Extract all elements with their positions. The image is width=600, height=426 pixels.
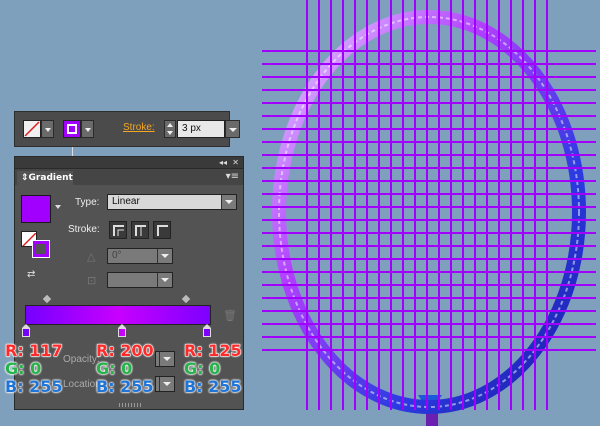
none-slash-icon (24, 121, 40, 137)
gradient-slider[interactable] (25, 305, 211, 325)
stop-3-green: G: 0 (184, 359, 221, 378)
fill-swatch-none[interactable] (23, 120, 41, 138)
stop-2-green: G: 0 (96, 359, 133, 378)
stop-1-blue: B: 255 (5, 377, 63, 396)
aspect-ratio-icon: ⊡ (87, 274, 97, 287)
collapse-icon[interactable]: ◂◂ (219, 157, 227, 169)
opacity-select[interactable] (155, 351, 175, 367)
angle-select[interactable]: 0° (107, 248, 173, 264)
chevron-down-icon (159, 377, 174, 391)
stroke-gradient-swatch[interactable] (32, 240, 50, 258)
chevron-down-icon (221, 195, 236, 209)
type-select[interactable]: Linear (107, 194, 237, 210)
type-select-value: Linear (112, 196, 140, 207)
gradient-preview-swatch[interactable] (21, 195, 51, 223)
stop-3-blue: B: 255 (184, 377, 242, 396)
stroke-weight-dropdown[interactable] (225, 120, 240, 138)
stroke-swatch[interactable] (63, 120, 81, 138)
panel-titlebar[interactable]: ◂◂ ✕ (15, 157, 243, 169)
stroke-swatch-inner-icon (67, 124, 77, 134)
opacity-label: Opacity: (63, 354, 100, 365)
stepper-arrows-icon (167, 123, 173, 135)
stroke-along-button[interactable] (131, 221, 149, 239)
chevron-down-icon (157, 249, 172, 263)
gradient-midpoint-2[interactable] (181, 294, 191, 304)
reverse-gradient-icon[interactable]: ⇄ (27, 269, 35, 280)
stop-1-green: G: 0 (5, 359, 42, 378)
aspect-ratio-select[interactable] (107, 272, 173, 288)
chevron-down-icon (159, 352, 174, 366)
chevron-down-icon (157, 273, 172, 287)
location-select[interactable] (155, 376, 175, 392)
angle-select-value: 0° (112, 250, 122, 261)
stop-2-red: R: 200 (96, 341, 155, 360)
stroke-within-button[interactable] (109, 221, 127, 239)
stop-3-red: R: 125 (184, 341, 243, 360)
panel-resize-grip[interactable] (119, 403, 141, 407)
gradient-stop-1[interactable] (22, 324, 30, 338)
stroke-label: Stroke: (68, 224, 100, 235)
stroke-across-icon (157, 225, 168, 236)
delete-stop-icon[interactable]: 🗑 (223, 309, 237, 322)
string-grid (262, 0, 596, 410)
control-bar: Stroke: 3 px (14, 111, 240, 147)
panel-tab-row: ⇕Gradient ▾≡ (15, 169, 243, 185)
tab-gradient-label: Gradient (28, 173, 73, 183)
stop-1-red: R: 117 (5, 341, 64, 360)
gradient-stop-2[interactable] (118, 324, 126, 338)
stroke-options-link[interactable]: Stroke: (123, 122, 155, 133)
stop-1-rgb-values: R: 117 G: 0 B: 255 (5, 341, 64, 396)
stop-2-blue: B: 255 (96, 377, 154, 396)
stop-3-rgb-values: R: 125 G: 0 B: 255 (184, 341, 243, 396)
stroke-weight-stepper[interactable] (164, 120, 176, 138)
stroke-across-button[interactable] (153, 221, 171, 239)
swatch-dropdown-icon[interactable] (55, 205, 61, 209)
angle-icon: △ (87, 250, 96, 263)
gradient-stop-3[interactable] (203, 324, 211, 338)
stroke-within-icon (113, 225, 124, 236)
panel-menu-icon[interactable]: ▾≡ (226, 171, 239, 182)
stroke-dropdown[interactable] (81, 120, 94, 138)
connector-line (72, 147, 73, 156)
gradient-midpoint-1[interactable] (42, 294, 52, 304)
tab-gradient[interactable]: ⇕Gradient (17, 171, 73, 185)
stroke-along-icon (135, 225, 146, 236)
stroke-weight-input[interactable]: 3 px (177, 120, 225, 138)
stop-2-rgb-values: R: 200 G: 0 B: 255 (96, 341, 155, 396)
close-icon[interactable]: ✕ (232, 157, 239, 169)
tab-toggle-icon: ⇕ (21, 173, 29, 183)
type-label: Type: (75, 197, 100, 208)
fill-dropdown[interactable] (41, 120, 54, 138)
